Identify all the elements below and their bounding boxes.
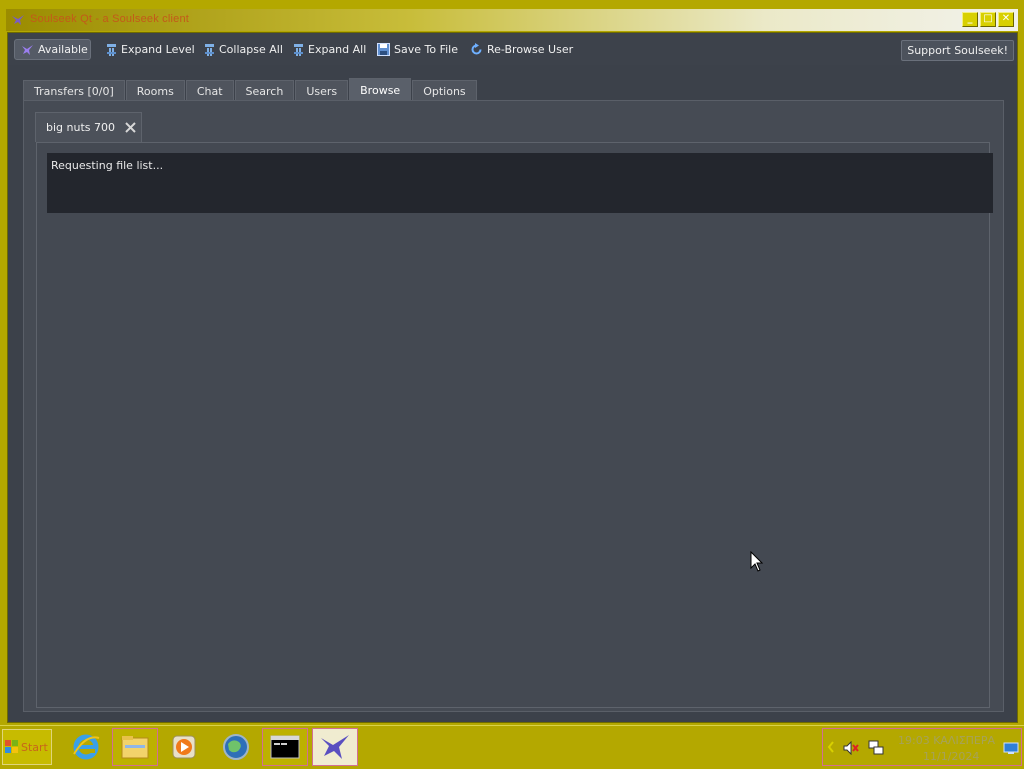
show-desktop-icon[interactable] [1003, 742, 1019, 755]
tab-users[interactable]: Users [295, 80, 349, 101]
clock-date[interactable]: 11/1/2024 [923, 750, 979, 763]
rebrowse-user-label: Re-Browse User [487, 43, 574, 56]
tree-icon [205, 43, 214, 56]
taskbar: Start 19:03 ΚΑΛΙΣΠΕΡΑ 11/1/2024 [0, 725, 1024, 769]
title-bar[interactable]: Soulseek Qt - a Soulseek client _ □ ✕ [6, 9, 1018, 31]
network-icon[interactable] [868, 740, 884, 756]
app-body: Available Expand Level Collapse All Expa… [7, 32, 1018, 723]
status-button[interactable]: Available [14, 39, 91, 60]
floppy-icon [377, 43, 390, 56]
minimize-button[interactable]: _ [962, 12, 978, 27]
app-window: Soulseek Qt - a Soulseek client _ □ ✕ Av… [3, 5, 1021, 723]
tab-chat[interactable]: Chat [185, 80, 234, 101]
clock-time[interactable]: 19:03 ΚΑΛΙΣΠΕΡΑ [898, 734, 995, 747]
windows-logo-icon [5, 740, 18, 753]
tab-options[interactable]: Options [412, 80, 477, 101]
browser-globe-icon [223, 734, 249, 760]
main-tab-bar: Transfers [0/0] Rooms Chat Search Users … [23, 78, 478, 101]
soulseek-bird-icon [321, 735, 349, 759]
close-button[interactable]: ✕ [998, 12, 1014, 27]
tree-icon [107, 43, 116, 56]
expand-level-button[interactable]: Expand Level [106, 39, 195, 60]
tab-search[interactable]: Search [234, 80, 295, 101]
user-tab-label: big nuts 700 [46, 121, 115, 134]
folder-icon [121, 736, 149, 759]
media-player-icon [172, 735, 196, 759]
window-title: Soulseek Qt - a Soulseek client [30, 13, 190, 25]
close-tab-icon[interactable] [125, 122, 136, 133]
bird-icon [22, 44, 33, 55]
soulseek-icon [12, 15, 24, 25]
taskbar-explorer-button[interactable] [112, 728, 158, 766]
tab-transfers[interactable]: Transfers [0/0] [23, 80, 125, 101]
start-label: Start [21, 740, 48, 754]
taskbar-media-player-button[interactable] [161, 728, 207, 766]
status-text: Requesting file list... [51, 159, 164, 172]
taskbar-ie-button[interactable] [63, 728, 109, 766]
collapse-all-button[interactable]: Collapse All [204, 39, 283, 60]
taskbar-browser-button[interactable] [213, 728, 259, 766]
internet-explorer-icon [73, 734, 100, 760]
file-list-status: Requesting file list... [47, 153, 993, 213]
toolbar: Available Expand Level Collapse All Expa… [8, 33, 1017, 65]
taskbar-soulseek-button[interactable] [312, 728, 358, 766]
mouse-cursor-icon [750, 551, 764, 572]
start-button[interactable]: Start [2, 729, 52, 765]
maximize-button[interactable]: □ [980, 12, 996, 27]
expand-all-button[interactable]: Expand All [293, 39, 366, 60]
file-tree-pane: Requesting file list... [36, 142, 993, 708]
volume-muted-icon[interactable] [843, 741, 859, 755]
window-controls: _ □ ✕ [962, 12, 1014, 27]
refresh-icon [471, 43, 482, 55]
expand-all-label: Expand All [308, 43, 367, 56]
tab-browse[interactable]: Browse [349, 78, 412, 101]
collapse-all-label: Collapse All [219, 43, 283, 56]
user-browse-tab[interactable]: big nuts 700 [35, 112, 142, 142]
expand-level-label: Expand Level [121, 43, 195, 56]
save-to-file-button[interactable]: Save To File [377, 39, 458, 60]
tray-expand-icon[interactable] [827, 741, 835, 753]
browse-pane: big nuts 700 Requesting file list... [23, 100, 1004, 712]
system-tray: 19:03 ΚΑΛΙΣΠΕΡΑ 11/1/2024 [822, 728, 1022, 766]
tree-icon [294, 43, 303, 56]
rebrowse-user-button[interactable]: Re-Browse User [470, 39, 573, 60]
command-prompt-icon [270, 735, 300, 759]
save-to-file-label: Save To File [394, 43, 458, 56]
taskbar-cmd-button[interactable] [262, 728, 308, 766]
tab-rooms[interactable]: Rooms [125, 80, 185, 101]
support-soulseek-button[interactable]: Support Soulseek! [901, 40, 1014, 61]
status-label: Available [38, 43, 88, 56]
